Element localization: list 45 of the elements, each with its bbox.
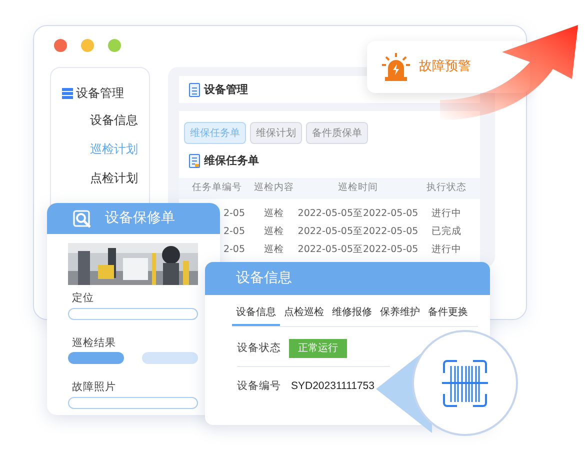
column-header: 巡检内容	[254, 181, 294, 196]
input-field[interactable]	[68, 308, 198, 320]
document-icon	[189, 154, 200, 168]
table-cell-text: 2-05	[223, 224, 245, 239]
tab[interactable]: 保养维护	[376, 305, 424, 326]
table-cell-text: 2022-05-05至2022-05-05	[298, 206, 418, 221]
table-cell-text: 已完成	[432, 224, 462, 239]
table-cell-text: 2-05	[223, 242, 245, 257]
table-cell-text: 巡检	[264, 242, 284, 257]
card-title: 设备信息	[236, 269, 292, 288]
field-label: 设备编号	[237, 379, 281, 394]
option-button[interactable]	[142, 352, 198, 364]
card-title: 设备保修单	[105, 209, 175, 228]
field-label: 巡检结果	[72, 336, 117, 350]
sidebar-title: 设备管理	[76, 85, 124, 102]
input-field[interactable]	[68, 397, 198, 409]
panel-title: 设备管理	[204, 82, 248, 98]
tab[interactable]: 备件更换	[424, 305, 472, 326]
table-cell-text: 进行中	[432, 242, 462, 257]
sidebar-item[interactable]: 点检计划	[90, 170, 138, 187]
table-cell-text: 巡检	[264, 224, 284, 239]
column-header: 执行状态	[426, 181, 466, 196]
column-header: 任务单编号	[192, 181, 242, 196]
sidebar-item[interactable]: 设备信息	[90, 112, 138, 129]
barcode-scan-icon	[442, 360, 488, 407]
section-title: 维保任务单	[204, 153, 259, 169]
field-label: 定位	[72, 291, 95, 305]
status-badge: 正常运行	[289, 339, 347, 358]
option-button[interactable]	[68, 352, 124, 364]
table-cell-text: 2022-05-05至2022-05-05	[298, 224, 418, 239]
tab[interactable]: 设备信息	[232, 305, 280, 326]
tab[interactable]: 点检巡检	[280, 305, 328, 326]
table-cell-text: 2-05	[223, 206, 245, 221]
clipboard-icon	[189, 83, 200, 98]
tab[interactable]: 维修报修	[328, 305, 376, 326]
table-cell-text: 2022-05-05至2022-05-05	[298, 242, 418, 257]
field-label: 设备状态	[237, 340, 281, 356]
table-cell-text: 进行中	[432, 206, 462, 221]
field-label: 故障照片	[72, 380, 117, 394]
column-header: 巡检时间	[338, 181, 378, 196]
alert-label: 故障预警	[419, 58, 471, 76]
alarm-light-icon	[381, 52, 411, 82]
field-value: SYD20231111753	[291, 379, 374, 394]
list-icon	[62, 88, 73, 98]
table-cell-text: 巡检	[264, 206, 284, 221]
